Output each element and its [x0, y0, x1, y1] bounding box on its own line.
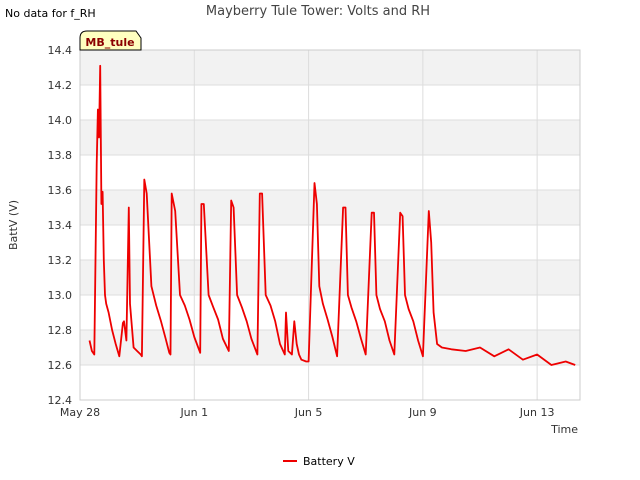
plot-band	[80, 155, 580, 190]
y-tick-label: 14.0	[48, 114, 73, 127]
y-tick-label: 13.2	[48, 254, 73, 267]
battery-voltage-chart: No data for f_RH Mayberry Tule Tower: Vo…	[5, 4, 581, 468]
legend-label-battery-v: Battery V	[303, 455, 355, 468]
x-tick-label: Jun 1	[179, 406, 208, 419]
x-tick-label: Jun 5	[294, 406, 323, 419]
x-tick-label: May 28	[60, 406, 100, 419]
y-tick-label: 14.4	[48, 44, 73, 57]
no-data-note: No data for f_RH	[5, 7, 96, 20]
x-tick-label: Jun 9	[408, 406, 437, 419]
y-tick-label: 13.8	[48, 149, 73, 162]
y-axis-ticks: 12.412.612.813.013.213.413.613.814.014.2…	[48, 44, 73, 407]
y-axis-label: BattV (V)	[7, 200, 20, 250]
plot-band	[80, 190, 580, 225]
station-badge-label: MB_tule	[85, 36, 134, 49]
y-tick-label: 13.6	[48, 184, 73, 197]
plot-band	[80, 120, 580, 155]
x-axis-ticks: May 28 Jun 1 Jun 5 Jun 9 Jun 13	[60, 406, 555, 419]
y-tick-label: 14.2	[48, 79, 73, 92]
x-tick-label: Jun 13	[519, 406, 555, 419]
plot-band	[80, 260, 580, 295]
plot-band	[80, 85, 580, 120]
x-axis-label: Time	[550, 423, 578, 436]
plot-band	[80, 225, 580, 260]
plot-band	[80, 50, 580, 85]
y-tick-label: 12.8	[48, 324, 73, 337]
y-tick-label: 12.6	[48, 359, 73, 372]
plot-band	[80, 365, 580, 400]
y-tick-label: 13.0	[48, 289, 73, 302]
legend: Battery V	[283, 455, 355, 468]
y-tick-label: 13.4	[48, 219, 73, 232]
plot-band	[80, 330, 580, 365]
chart-title: Mayberry Tule Tower: Volts and RH	[206, 4, 430, 19]
station-badge: MB_tule	[79, 30, 142, 51]
